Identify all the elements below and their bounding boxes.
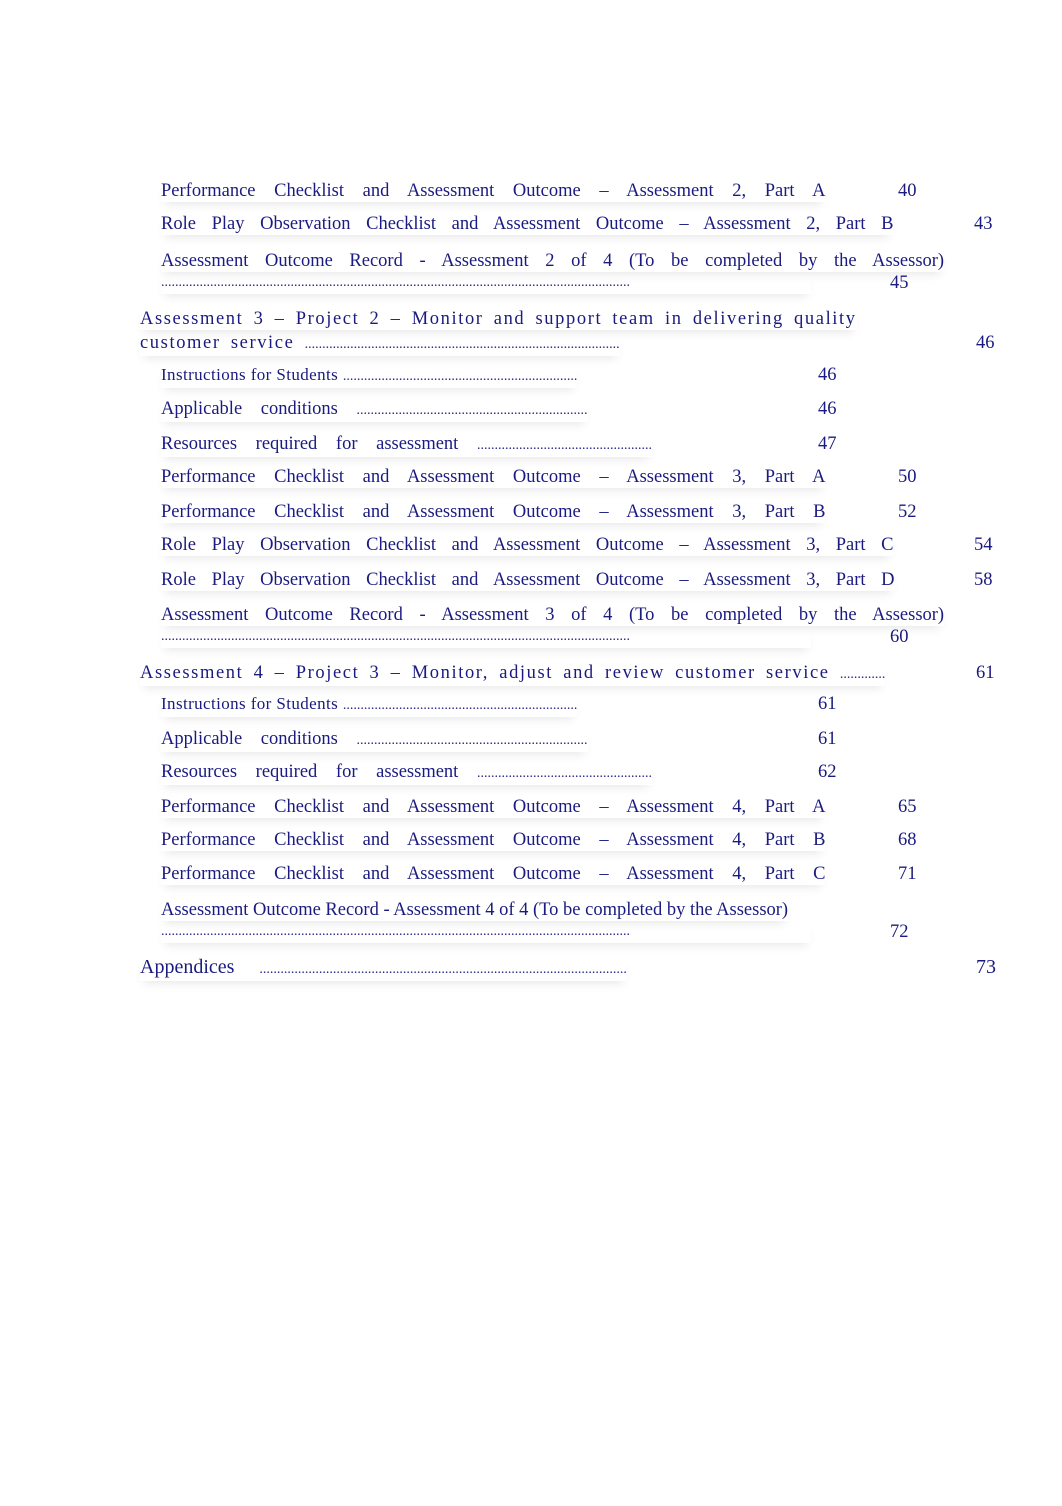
toc-leader-dots: ........................................…: [476, 766, 652, 781]
toc-entry[interactable]: Assessment Outcome Record - Assessment 4…: [161, 899, 788, 921]
toc-page-number: 43: [974, 214, 993, 234]
toc-entry-title: Assessment Outcome Record - Assessment 4…: [161, 900, 789, 920]
toc-section-heading[interactable]: Appendices .............................…: [140, 956, 627, 981]
toc-entry[interactable]: Role Play Observation Checklist and Asse…: [161, 534, 893, 556]
toc-entry-title: Role Play Observation Checklist and Asse…: [161, 214, 894, 234]
toc-entry[interactable]: Performance Checklist and Assessment Out…: [161, 863, 825, 885]
toc-section-heading-cont[interactable]: customer service .......................…: [140, 332, 620, 356]
toc-entry-title: Instructions for Students: [161, 365, 339, 384]
toc-entry-title: Assessment 4 – Project 3 – Monitor, adju…: [140, 663, 830, 683]
toc-page-number: 58: [974, 570, 993, 590]
toc-page-number: 60: [890, 627, 909, 647]
toc-entry[interactable]: Instructions for Students ..............…: [161, 693, 577, 717]
toc-entry[interactable]: Performance Checklist and Assessment Out…: [161, 501, 825, 523]
toc-page-number: 54: [974, 535, 993, 555]
toc-leader-dots: ........................................…: [161, 921, 811, 943]
toc-page-number: 73: [976, 956, 996, 978]
toc-leader-dots: ........................................…: [161, 626, 811, 648]
toc-entry-title: Role Play Observation Checklist and Asse…: [161, 535, 894, 555]
toc-entry[interactable]: Applicable conditions ..................…: [161, 398, 588, 422]
toc-page-number: 45: [890, 273, 909, 293]
toc-entry[interactable]: Assessment Outcome Record - Assessment 3…: [161, 604, 944, 626]
toc-entry[interactable]: Performance Checklist and Assessment Out…: [161, 180, 825, 202]
toc-entry-title: Performance Checklist and Assessment Out…: [161, 181, 826, 201]
toc-leader-dots: ........................................…: [161, 272, 811, 294]
toc-page-number: 46: [818, 365, 837, 385]
toc-leader-dots: ........................................…: [476, 438, 652, 453]
toc-entry-title: Performance Checklist and Assessment Out…: [161, 864, 826, 884]
toc-entry[interactable]: Resources required for assessment ......…: [161, 761, 652, 785]
toc-leader-dots: ........................................…: [356, 403, 588, 418]
toc-entry-title: Applicable conditions: [161, 399, 338, 419]
toc-page-number: 61: [818, 694, 837, 714]
toc-leader-dots: ........................................…: [304, 337, 620, 352]
toc-leader-dots: .............: [839, 667, 886, 682]
toc-entry-title-cont: customer service: [140, 333, 295, 353]
toc-entry[interactable]: Applicable conditions ..................…: [161, 728, 588, 752]
toc-page-number: 40: [898, 181, 917, 201]
toc-entry[interactable]: Assessment Outcome Record - Assessment 2…: [161, 250, 944, 272]
toc-entry-title: Instructions for Students: [161, 694, 339, 713]
toc-entry-title: Appendices: [140, 956, 235, 978]
toc-page-number: 50: [898, 467, 917, 487]
toc-page-number: 52: [898, 502, 917, 522]
toc-page-number: 62: [818, 762, 837, 782]
toc-entry[interactable]: Performance Checklist and Assessment Out…: [161, 796, 825, 818]
toc-entry-title: Role Play Observation Checklist and Asse…: [161, 570, 895, 590]
toc-entry-title: Performance Checklist and Assessment Out…: [161, 797, 826, 817]
toc-leader-dots: ........................................…: [342, 369, 578, 384]
toc-entry[interactable]: Instructions for Students ..............…: [161, 364, 577, 388]
toc-page-number: 72: [890, 922, 909, 942]
toc-entry[interactable]: Performance Checklist and Assessment Out…: [161, 466, 825, 488]
toc-entry-title: Resources required for assessment: [161, 762, 459, 782]
toc-page-number: 46: [818, 399, 837, 419]
toc-leader-dots: ........................................…: [259, 962, 627, 977]
toc-entry-title: Performance Checklist and Assessment Out…: [161, 502, 826, 522]
toc-page-number: 61: [818, 729, 837, 749]
toc-entry[interactable]: Performance Checklist and Assessment Out…: [161, 829, 825, 851]
toc-page-number: 46: [976, 333, 995, 353]
toc-page-number: 61: [976, 663, 995, 683]
toc-entry[interactable]: Resources required for assessment ......…: [161, 433, 652, 457]
toc-section-heading[interactable]: Assessment 3 – Project 2 – Monitor and s…: [140, 308, 857, 330]
toc-entry-title: Assessment 3 – Project 2 – Monitor and s…: [140, 309, 857, 329]
toc-entry-title: Performance Checklist and Assessment Out…: [161, 467, 826, 487]
toc-leader-dots: ........................................…: [342, 698, 578, 713]
toc-entry-title: Assessment Outcome Record - Assessment 3…: [161, 605, 945, 625]
toc-page-number: 71: [898, 864, 917, 884]
toc-leader-dots: ........................................…: [356, 733, 588, 748]
toc-entry-title: Assessment Outcome Record - Assessment 2…: [161, 251, 945, 271]
toc-page-number: 47: [818, 434, 837, 454]
toc-entry[interactable]: Role Play Observation Checklist and Asse…: [161, 569, 895, 591]
toc-entry-title: Applicable conditions: [161, 729, 338, 749]
toc-entry-title: Performance Checklist and Assessment Out…: [161, 830, 826, 850]
toc-entry[interactable]: Role Play Observation Checklist and Asse…: [161, 213, 893, 235]
toc-page-number: 65: [898, 797, 917, 817]
toc-page-number: 68: [898, 830, 917, 850]
toc-section-heading[interactable]: Assessment 4 – Project 3 – Monitor, adju…: [140, 662, 885, 686]
toc-entry-title: Resources required for assessment: [161, 434, 459, 454]
